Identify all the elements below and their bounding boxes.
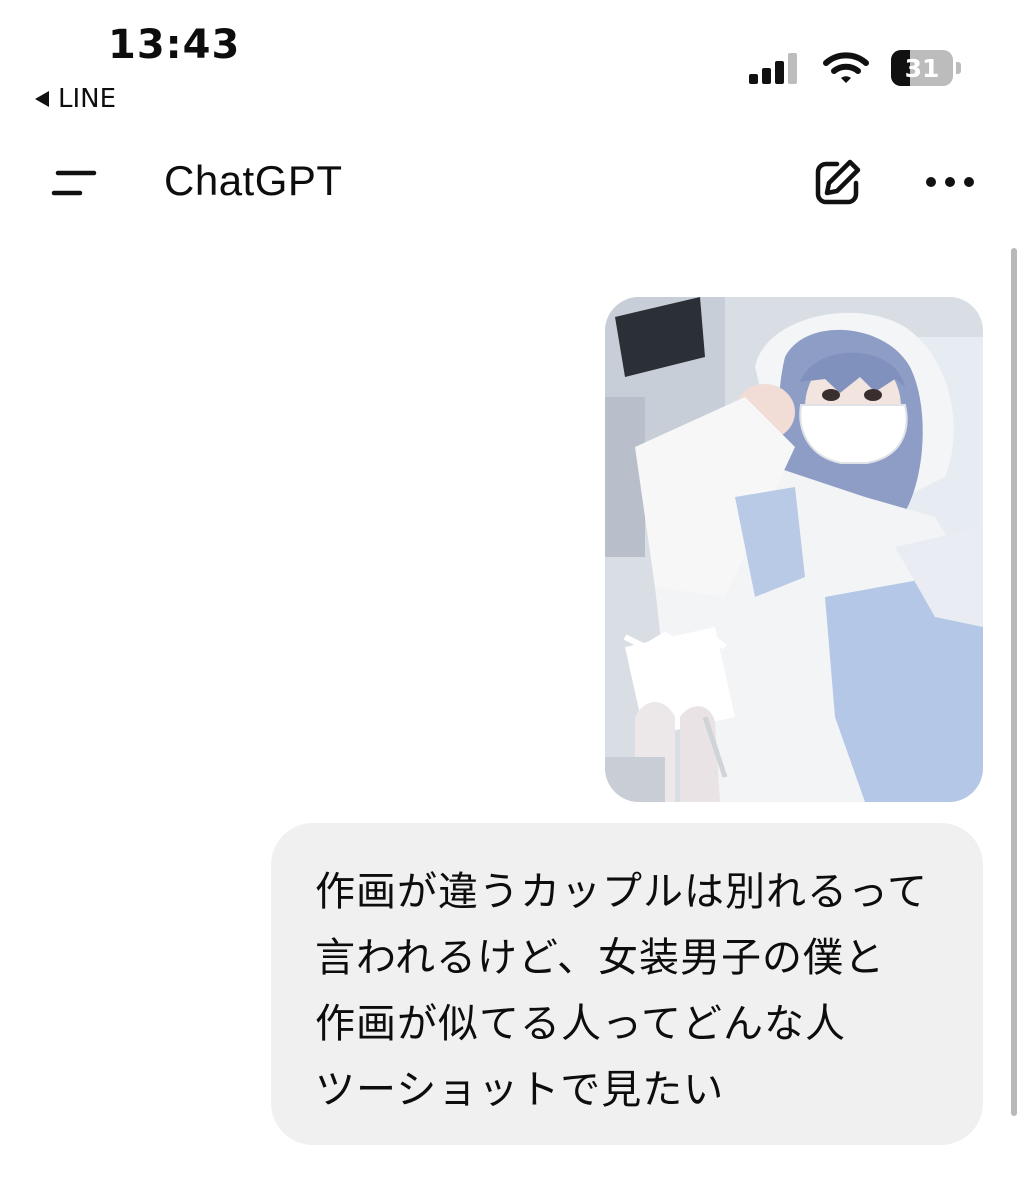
back-app-label: LINE (58, 84, 117, 114)
ellipsis-icon (926, 177, 974, 187)
message-line: ツーショットで見たい (315, 1067, 725, 1113)
more-options-button[interactable] (918, 160, 982, 204)
scrollbar[interactable] (1011, 248, 1017, 1116)
battery-indicator: 31 (891, 50, 953, 86)
back-triangle-icon (35, 91, 49, 107)
hamburger-menu-icon (51, 170, 97, 196)
message-line: 言われるけど、女装男子の僕と (315, 935, 885, 981)
battery-level: 31 (904, 53, 940, 83)
user-photo-attachment[interactable] (605, 297, 983, 802)
message-line: 作画が違うカップルは別れるって (315, 869, 928, 915)
user-message-bubble: 作画が違うカップルは別れるって 言われるけど、女装男子の僕と 作画が似てる人って… (271, 823, 983, 1145)
wifi-icon (823, 52, 869, 83)
new-chat-button[interactable] (806, 152, 868, 214)
sidebar-menu-button[interactable] (44, 158, 104, 208)
page-title: ChatGPT (164, 157, 343, 204)
message-line: 作画が似てる人ってどんな人 (315, 1001, 846, 1047)
status-icons: 31 (749, 50, 961, 86)
battery-nub (956, 62, 961, 74)
status-time: 13:43 (108, 22, 241, 68)
back-to-app-link[interactable]: LINE (34, 84, 116, 114)
edit-pencil-icon (815, 159, 861, 205)
photo-image (605, 297, 983, 802)
cellular-signal-icon (749, 53, 797, 84)
